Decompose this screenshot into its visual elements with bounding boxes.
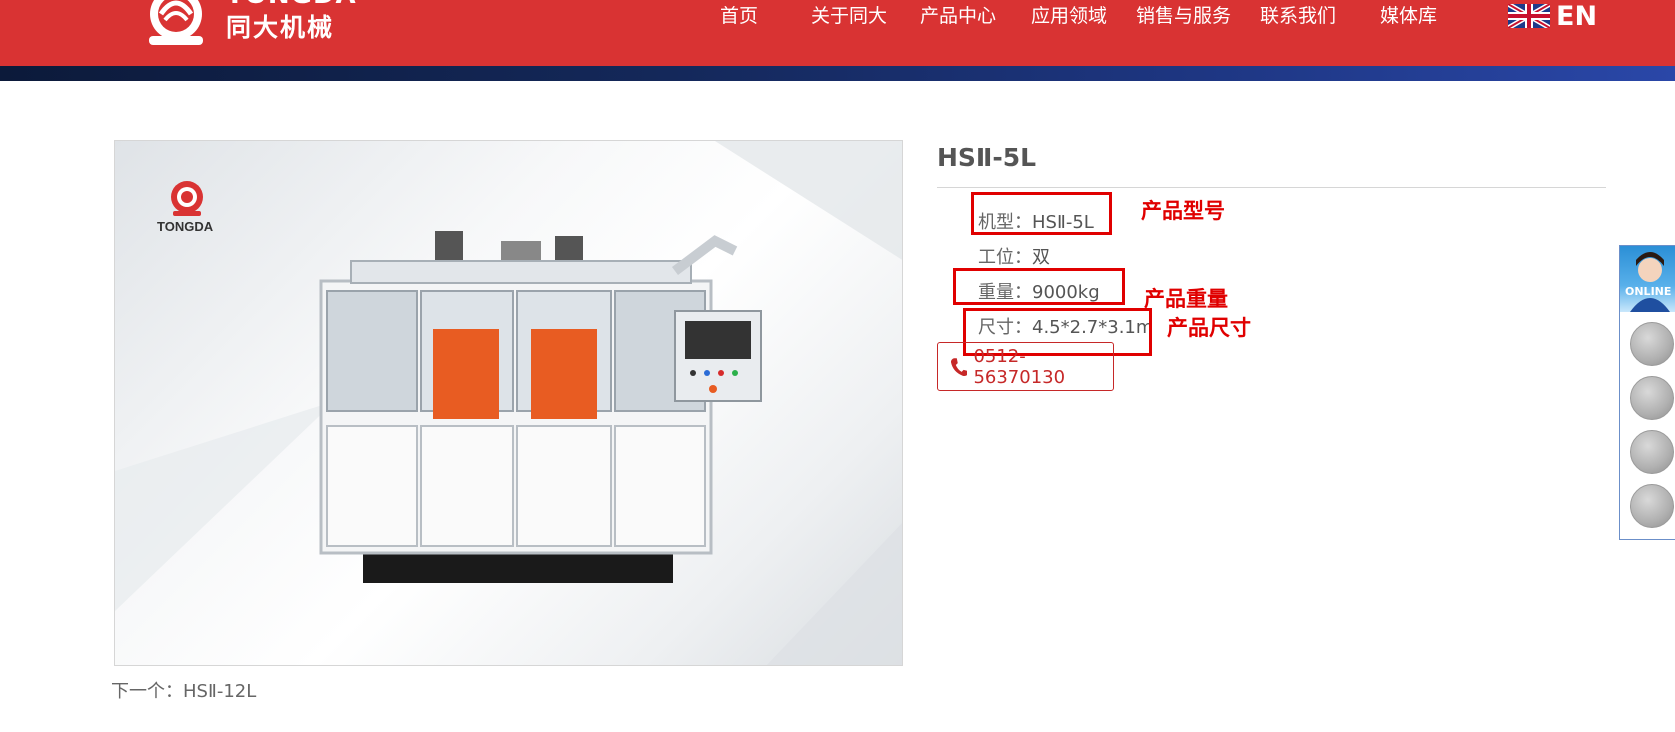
nav-products[interactable]: 产品中心: [920, 0, 996, 34]
annotation-size: 产品尺寸: [1167, 315, 1251, 340]
phone-button[interactable]: 0512-56370130: [937, 342, 1114, 391]
next-product-label: 下一个：: [111, 681, 183, 702]
header-band: [0, 66, 1675, 81]
phone-number: 0512-56370130: [973, 345, 1066, 388]
nav-media[interactable]: 媒体库: [1380, 0, 1437, 34]
annotation-model: 产品型号: [1141, 198, 1225, 223]
uk-flag-icon: [1508, 4, 1550, 28]
nav-home[interactable]: 首页: [720, 0, 758, 34]
annotation-weight: 产品重量: [1144, 286, 1228, 311]
spec-station-value: 双: [1032, 247, 1050, 268]
tongda-logo-icon: [149, 0, 203, 45]
online-service-icon[interactable]: [1630, 322, 1674, 366]
spec-station-label: 工位：: [978, 247, 1032, 268]
online-service-icon[interactable]: [1630, 376, 1674, 420]
product-image: TONGDA: [114, 140, 903, 666]
logo-chinese-name: 同大机械: [226, 13, 335, 42]
highlight-weight: [953, 268, 1125, 305]
site-logo[interactable]: TONGDA 同大机械: [143, 0, 356, 50]
nav-sales-service[interactable]: 销售与服务: [1136, 0, 1231, 34]
online-label: ONLINE: [1625, 285, 1672, 298]
phone-icon: [950, 357, 968, 376]
online-service-icon[interactable]: [1630, 430, 1674, 474]
nav-applications[interactable]: 应用领域: [1031, 0, 1107, 34]
nav-about[interactable]: 关于同大: [811, 0, 887, 34]
product-title: HSⅡ-5L: [937, 143, 1037, 172]
next-product: 下一个：HSⅡ-12L: [111, 677, 256, 703]
highlight-model: [971, 192, 1112, 235]
nav-contact[interactable]: 联系我们: [1260, 0, 1336, 34]
online-service-icon[interactable]: [1630, 484, 1674, 528]
image-brand-logo: [171, 181, 203, 216]
next-product-link[interactable]: HSⅡ-12L: [183, 681, 256, 702]
site-header: TONGDA 同大机械 首页 关于同大 产品中心 应用领域 销售与服务 联系我们…: [0, 0, 1675, 66]
blow-molding-machine-illustration: TONGDA: [115, 141, 902, 665]
title-divider: [937, 187, 1606, 188]
online-service-panel: ONLINE: [1619, 245, 1675, 540]
online-service-avatar[interactable]: ONLINE: [1620, 246, 1675, 312]
customer-service-avatar-icon: [1630, 252, 1670, 312]
language-label: EN: [1556, 0, 1598, 32]
image-brand-text: TONGDA: [157, 219, 214, 234]
spec-station: 工位：双: [978, 243, 1050, 269]
language-switch[interactable]: EN: [1508, 0, 1597, 32]
